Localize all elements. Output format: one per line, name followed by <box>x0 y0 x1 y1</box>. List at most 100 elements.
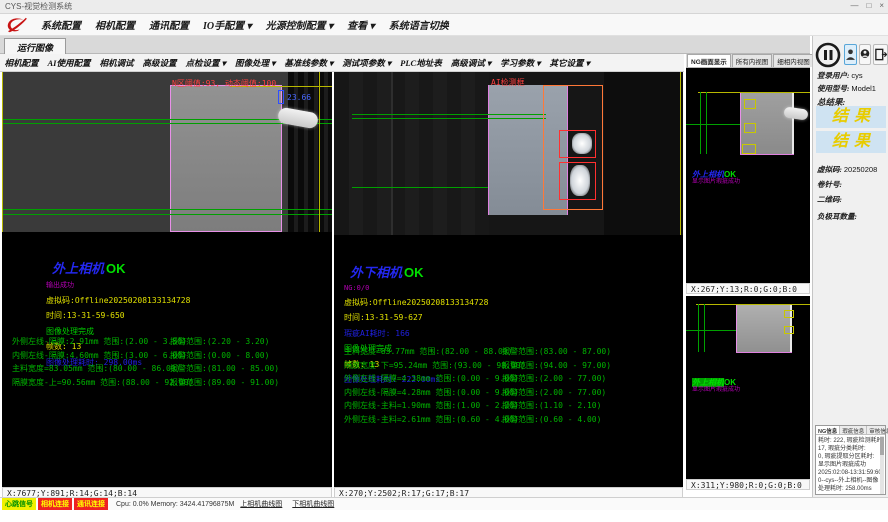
right-control-panel: 登录用户: cys 使用型号: Model1 总结果: 结果 结果 虚拟码: 2… <box>812 36 888 497</box>
middle-measurement-rows: 主料宽度=83.77mm 范围:(82.00 - 88.00)报警范围:(83.… <box>334 346 683 427</box>
curve-chart-link[interactable]: 下相机曲线图 <box>292 499 334 509</box>
dark-structure <box>349 72 489 235</box>
log-line: 0--cys--外上相机--图像 <box>818 477 880 485</box>
second-camera-view[interactable]: 外上相机OK 显示图片瑕疵成功 <box>686 296 810 479</box>
measure-marker <box>278 90 284 104</box>
minimize-button[interactable]: — <box>850 1 858 10</box>
info-log-tabs: NG信息瑕疵信息审核信息 <box>816 426 885 435</box>
alarm-range: 报警范围:(94.00 - 97.00) <box>502 360 611 371</box>
login-user-field: 登录用户: cys <box>817 70 863 81</box>
left-camera-image[interactable]: N区阈值:93, 动态阈值:100 23.66 <box>2 72 332 232</box>
tab-count-label: 负极耳数量: <box>817 211 857 222</box>
threshold-overlay-label: N区阈值:93, 动态阈值:100 <box>172 78 276 89</box>
menu-item[interactable]: 光源控制配置 ▾ <box>259 17 341 32</box>
menu-item[interactable]: IO手配置 ▾ <box>196 17 259 32</box>
menu-item[interactable]: 系统配置 <box>34 17 88 32</box>
toolbar-item[interactable]: AI使用配置 <box>43 57 95 69</box>
alarm-range: 报警范围:(2.00 - 77.00) <box>502 387 606 398</box>
info-log-tab[interactable]: NG信息 <box>816 426 840 434</box>
menu-bar-items: 系统配置相机配置通讯配置IO手配置 ▾光源控制配置 ▾查看 ▾系统语言切换 <box>34 17 456 32</box>
ng-view-tab[interactable]: 所有内视图 <box>732 54 773 67</box>
metal-tab-highlight <box>570 165 590 196</box>
alarm-range: 报警范围:(83.00 - 87.00) <box>502 346 611 357</box>
toolbar-item[interactable]: 点检设置 ▾ <box>181 57 230 69</box>
menu-item[interactable]: 相机配置 <box>88 17 142 32</box>
alarm-range: 报警范围:(2.00 - 77.00) <box>502 373 606 384</box>
model-field: 使用型号: Model1 <box>817 83 876 94</box>
ng-camera-view[interactable]: 外上相机OK 显示图片瑕疵成功 <box>686 68 810 283</box>
toolbar-item[interactable]: 学习参数 ▾ <box>496 57 545 69</box>
left-camera-view[interactable]: N区阈值:93, 动态阈值:100 23.66 外上相机OK 输出成功 虚拟码:… <box>2 72 332 487</box>
ng-view-tab[interactable]: NG画面显示 <box>687 54 731 67</box>
alarm-range: 报警范围:(1.10 - 2.10) <box>502 400 601 411</box>
second-camera-image[interactable]: 外上相机OK 显示图片瑕疵成功 <box>686 296 810 416</box>
maximize-button[interactable]: □ <box>866 1 871 10</box>
measurement-value: 外侧左线-主料=2.61mm 范围:(0.60 - 4.00) <box>344 414 519 425</box>
middle-camera-view[interactable]: AI检测框 外下相机OK NG:0/0 虚拟码:Offline202502081… <box>334 72 683 487</box>
measurement-row: 主料宽度=83.77mm 范围:(82.00 - 88.00)报警范围:(83.… <box>334 346 683 360</box>
left-sub-status: 输出成功 <box>46 280 376 290</box>
toolbar-item[interactable]: 高级调试 ▾ <box>446 57 495 69</box>
model-value[interactable]: Model1 <box>851 84 876 93</box>
cpu-memory-status: Cpu: 0.0% Memory: 3424.41796875M <box>116 501 234 508</box>
toolbar-item[interactable]: 高级设置 <box>138 57 181 69</box>
middle-barcode: 虚拟码:Offline20250208133134728 <box>344 297 693 308</box>
info-log-tab[interactable]: 瑕疵信息 <box>840 426 867 434</box>
toolbar-item[interactable]: 基准线参数 ▾ <box>280 57 338 69</box>
middle-camera-status: OK <box>404 265 424 280</box>
toolbar-item[interactable]: 相机调试 <box>95 57 138 69</box>
middle-camera-image[interactable]: AI检测框 <box>334 72 683 235</box>
login-user-value: cys <box>851 71 862 80</box>
menu-item[interactable]: 查看 ▾ <box>340 17 382 32</box>
measurement-row: 内侧左线-隔膜:4.60mm 范围:(3.00 - 6.00)报警范围:(0.0… <box>2 350 332 364</box>
measurement-row: 隔膜宽度-下=95.24mm 范围:(93.00 - 98.00)报警范围:(9… <box>334 360 683 374</box>
metal-tab-highlight <box>572 133 592 154</box>
curve-chart-link[interactable]: 上相机曲线图 <box>240 499 282 509</box>
status-badge: 通讯连接 <box>74 498 108 510</box>
status-badge: 心跳信号 <box>2 498 36 510</box>
log-line: 0, 瑕疵提取分区耗时: <box>818 453 880 461</box>
info-log-tab[interactable]: 审核信息 <box>867 426 888 434</box>
close-button[interactable]: × <box>879 1 884 10</box>
ng-camera-image[interactable]: 外上相机OK 显示图片瑕疵成功 <box>686 68 810 228</box>
menu-item[interactable]: 系统语言切换 <box>382 17 456 32</box>
log-line: 17, 瑕疵分类耗时: <box>818 445 880 453</box>
detect-marker-box <box>744 99 756 109</box>
measurement-row: 外侧左线-隔膜=4.38mm 范围:(0.00 - 9.00)报警范围:(2.0… <box>334 373 683 387</box>
toolbar: 相机配置AI使用配置相机调试高级设置点检设置 ▾图像处理 ▾基准线参数 ▾测试项… <box>0 54 684 72</box>
measurement-value: 内侧左线-隔膜:4.60mm 范围:(3.00 - 6.00) <box>12 350 187 361</box>
middle-sub-status: NG:0/0 <box>344 284 693 292</box>
status-badge: 相机连接 <box>38 498 72 510</box>
user-manage-button[interactable] <box>859 44 871 65</box>
middle-ai-elapsed: 瑕疵AI耗时: 166 <box>344 328 693 339</box>
user-login-button[interactable] <box>844 44 857 65</box>
user-dark-icon <box>860 48 870 61</box>
measurement-row: 外侧左线-隔膜:2.91mm 范围:(2.00 - 3.50)报警范围:(2.2… <box>2 336 332 350</box>
alarm-range: 报警范围:(2.20 - 3.20) <box>170 336 269 347</box>
measurement-value: 内侧左线-主料=1.90mm 范围:(1.00 - 2.20) <box>344 400 519 411</box>
toolbar-item[interactable]: 图像处理 ▾ <box>230 57 279 69</box>
log-line: 2025:02:08-13:31:59:60 <box>818 469 880 477</box>
detect-marker-box <box>744 123 756 133</box>
title-bar: CYS-视觉检测系统 — □ × <box>0 0 888 14</box>
middle-camera-name: 外下相机 <box>350 265 402 280</box>
measurement-row: 主料宽度=83.05mm 范围:(80.00 - 86.00)报警范围:(81.… <box>2 363 332 377</box>
measure-overlay-value: 23.66 <box>287 93 311 102</box>
measurement-value: 隔膜宽度-下=95.24mm 范围:(93.00 - 98.00) <box>344 360 525 371</box>
log-line: 耗时: 222, 瑕疵检测耗时: <box>818 437 880 445</box>
toolbar-item[interactable]: 其它设置 ▾ <box>545 57 594 69</box>
measurement-row: 外侧左线-主料=2.61mm 范围:(0.60 - 4.00)报警范围:(0.6… <box>334 414 683 428</box>
toolbar-item[interactable]: 相机配置 <box>0 57 43 69</box>
left-time: 时间:13-31-59-650 <box>46 310 376 321</box>
toolbar-item[interactable]: PLC地址表 <box>396 57 447 69</box>
menu-item[interactable]: 通讯配置 <box>142 17 196 32</box>
log-line: 处理耗时: 258.00ms <box>818 485 880 493</box>
log-scrollbar[interactable] <box>880 436 884 494</box>
toolbar-item[interactable]: 测试项参数 ▾ <box>338 57 396 69</box>
pause-button[interactable] <box>815 42 841 68</box>
ng-coordinates-bar: X:267;Y:13;R:0;G:0;B:0 <box>686 283 810 294</box>
measurement-value: 主料宽度=83.05mm 范围:(80.00 - 86.00) <box>12 363 180 374</box>
exit-button[interactable] <box>873 44 888 65</box>
ng-view-tab[interactable]: 细相内视图 <box>773 54 814 67</box>
result-display-2: 结果 <box>816 131 886 153</box>
